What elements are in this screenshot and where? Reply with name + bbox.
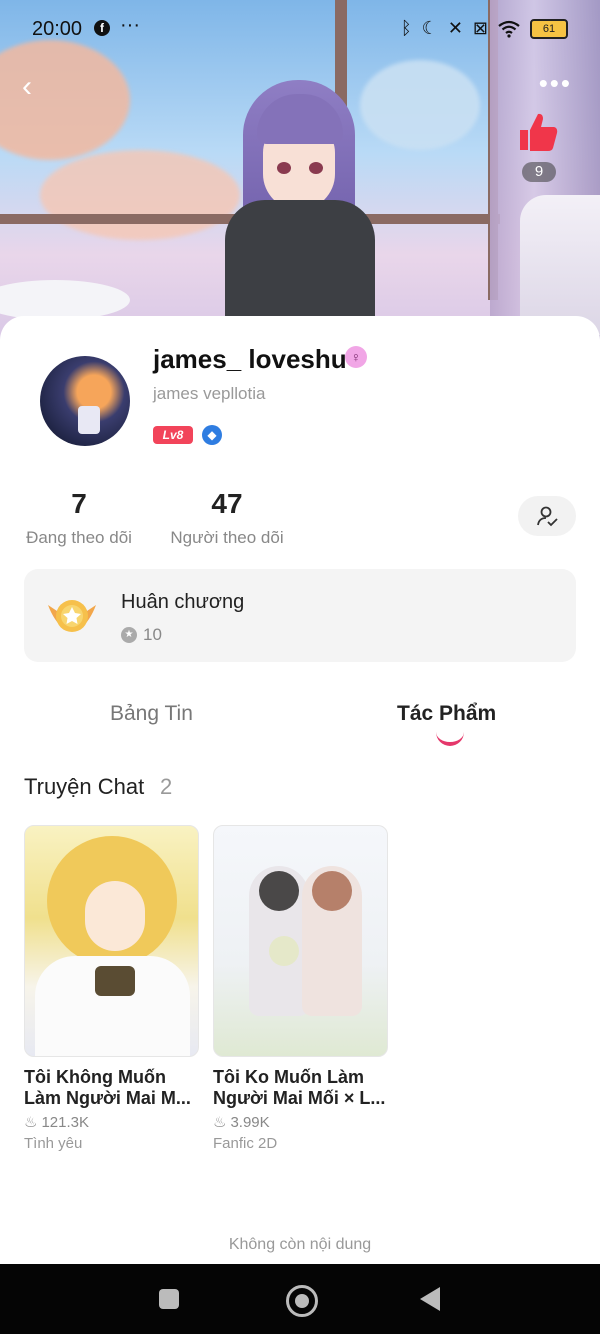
status-time: 20:00 xyxy=(32,18,83,40)
story-views: 121.3K xyxy=(41,1113,89,1131)
username: james_ loveshu xyxy=(153,344,347,374)
story-genre: Tình yêu xyxy=(24,1135,83,1152)
cloud-decoration xyxy=(360,60,480,150)
story-views-row: ♨ 3.99K xyxy=(213,1113,388,1132)
story-title: Tôi Ko Muốn Làm Người Mai Mối × L... xyxy=(213,1067,386,1108)
story-cover-image xyxy=(213,825,388,1057)
vibrate-off-icon: ✕ xyxy=(447,18,463,38)
back-button[interactable]: ‹ xyxy=(22,70,32,104)
status-icons: ᛒ ☾ ✕ ⊠ 61 xyxy=(401,18,568,39)
more-notifications-icon: ··· xyxy=(120,14,140,36)
vip-diamond-icon: ◆ xyxy=(202,425,222,445)
like-button[interactable] xyxy=(516,110,560,154)
story-genre: Fanfic 2D xyxy=(213,1135,278,1152)
character-illustration xyxy=(225,80,375,340)
story-cover-image xyxy=(24,825,199,1057)
moon-icon: ☾ xyxy=(421,18,438,38)
profile-card: james_ loveshu ♀ james vepllotia Lv8 ◆ 7… xyxy=(0,316,600,1276)
section-title: Truyện Chat xyxy=(24,774,145,799)
sim-icon: ⊠ xyxy=(472,18,488,38)
user-subname: james vepllotia xyxy=(153,384,266,403)
followers-label: Người theo dõi xyxy=(170,528,284,547)
home-button[interactable] xyxy=(286,1285,318,1317)
bluetooth-icon: ᛒ xyxy=(400,18,412,38)
avatar[interactable] xyxy=(40,356,130,446)
gender-female-icon: ♀ xyxy=(345,346,367,368)
user-check-icon xyxy=(537,506,558,527)
star-icon: ★ xyxy=(121,627,137,643)
story-views: 3.99K xyxy=(230,1113,270,1131)
end-of-content-text: Không còn nội dung xyxy=(228,1236,372,1253)
tab-news[interactable]: Bảng Tin xyxy=(110,702,193,726)
following-count: 7 xyxy=(71,488,87,519)
tab-works[interactable]: Tác Phẩm xyxy=(397,702,496,726)
medal-card[interactable]: Huân chương ★ 10 xyxy=(24,569,576,662)
followers-stat[interactable]: 47 Người theo dõi xyxy=(168,488,286,548)
medal-title: Huân chương xyxy=(121,591,245,613)
story-card[interactable]: Tôi Ko Muốn Làm Người Mai Mối × L... ♨ 3… xyxy=(213,825,388,1152)
story-card[interactable]: Tôi Không Muốn Làm Người Mai M... ♨ 121.… xyxy=(24,825,199,1152)
facebook-icon: f xyxy=(94,20,110,36)
battery-icon: 61 xyxy=(530,18,568,39)
story-title: Tôi Không Muốn Làm Người Mai M... xyxy=(24,1067,191,1108)
story-views-row: ♨ 121.3K xyxy=(24,1113,199,1132)
like-count: 9 xyxy=(522,162,556,182)
table-decoration xyxy=(0,280,130,320)
level-badge: Lv8 xyxy=(153,426,193,444)
following-stat[interactable]: 7 Đang theo dõi xyxy=(24,488,134,548)
cloud-decoration xyxy=(40,150,240,240)
sofa-decoration xyxy=(520,195,600,335)
status-bar: 20:00 f ··· ᛒ ☾ ✕ ⊠ 61 xyxy=(0,0,600,60)
medal-count-row: ★ 10 xyxy=(121,625,162,645)
active-tab-indicator xyxy=(436,730,464,746)
followers-count: 47 xyxy=(211,488,243,519)
follow-button[interactable] xyxy=(518,496,576,536)
recent-apps-button[interactable] xyxy=(159,1289,179,1309)
more-options-button[interactable]: ••• xyxy=(539,68,572,99)
fire-icon: ♨ xyxy=(213,1114,227,1131)
medal-count: 10 xyxy=(143,625,162,644)
battery-level: 61 xyxy=(542,22,556,35)
system-back-button[interactable] xyxy=(420,1287,440,1311)
following-label: Đang theo dõi xyxy=(26,528,132,547)
fire-icon: ♨ xyxy=(24,1114,38,1131)
medal-badge-icon xyxy=(48,600,96,632)
section-count: 2 xyxy=(160,774,173,799)
wifi-icon xyxy=(498,20,520,38)
system-navigation-bar xyxy=(0,1264,600,1334)
